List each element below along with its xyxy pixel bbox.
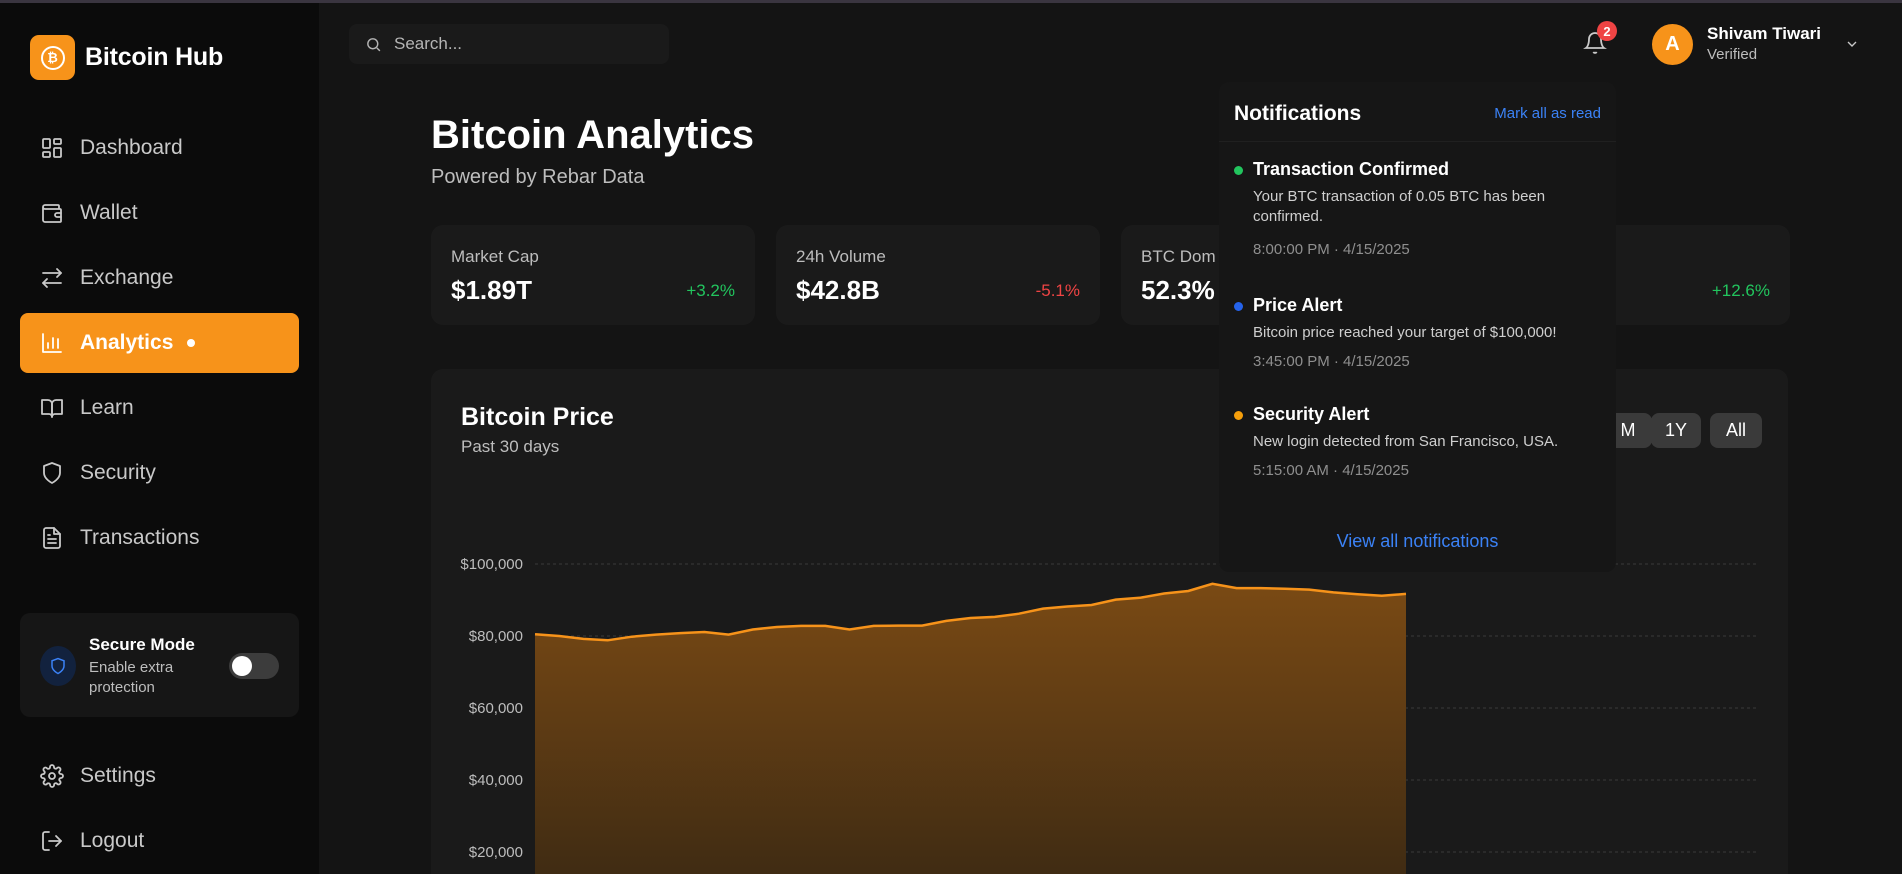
sidebar-item-learn[interactable]: Learn xyxy=(20,378,299,438)
sidebar-item-label: Wallet xyxy=(80,201,138,224)
y-tick-label: $20,000 xyxy=(469,844,523,861)
notification-title: Security Alert xyxy=(1253,404,1370,424)
sidebar: ₿ Bitcoin Hub Dashboard Wallet Exchange … xyxy=(0,3,319,874)
stat-value: 52.3% xyxy=(1141,275,1215,305)
status-dot xyxy=(1234,302,1243,311)
document-icon xyxy=(43,527,61,549)
sidebar-item-analytics[interactable]: Analytics xyxy=(20,313,299,373)
price-area xyxy=(535,583,1406,874)
avatar[interactable]: A xyxy=(1652,24,1693,65)
chevron-down-icon[interactable] xyxy=(1844,36,1860,52)
stat-value: $42.8B xyxy=(796,275,880,305)
page-subtitle: Powered by Rebar Data xyxy=(431,166,645,188)
notification-title: Transaction Confirmed xyxy=(1253,159,1450,179)
secure-mode-title: Secure Mode xyxy=(89,635,195,654)
notification-item[interactable]: Transaction Confirmed Your BTC transacti… xyxy=(1219,142,1616,277)
notification-time: 5:15:00 AM · 4/15/2025 xyxy=(1253,462,1409,479)
stat-change: -5.1% xyxy=(1035,281,1080,300)
toggle-knob xyxy=(232,656,252,676)
sidebar-item-settings[interactable]: Settings xyxy=(20,746,299,806)
bitcoin-glyph: ₿ xyxy=(40,45,65,70)
search-icon xyxy=(367,37,381,51)
sidebar-item-dashboard[interactable]: Dashboard xyxy=(20,118,299,178)
wallet-icon xyxy=(42,204,62,223)
stat-label: BTC Dom xyxy=(1141,247,1216,266)
brand-name: Bitcoin Hub xyxy=(85,43,224,71)
stat-value: $1.89T xyxy=(451,275,532,305)
mark-all-read-link[interactable]: Mark all as read xyxy=(1494,105,1601,122)
secure-mode-toggle[interactable] xyxy=(229,653,279,679)
secure-shield-icon xyxy=(40,646,76,686)
user-name[interactable]: Shivam Tiwari xyxy=(1707,24,1821,44)
stat-change: +3.2% xyxy=(686,281,735,300)
sidebar-item-label: Learn xyxy=(80,396,134,419)
y-axis-ticks: $100,000 $80,000 $60,000 $40,000 $20,000 xyxy=(460,556,523,861)
stat-change: +12.6% xyxy=(1711,281,1770,300)
sidebar-item-exchange[interactable]: Exchange xyxy=(20,248,299,308)
sidebar-nav: Dashboard Wallet Exchange Analytics Lear… xyxy=(20,118,299,573)
sidebar-item-label: Dashboard xyxy=(80,136,183,159)
page-title: Bitcoin Analytics xyxy=(431,113,755,157)
secure-mode-card: Secure Mode Enable extra protection xyxy=(20,613,299,717)
sidebar-item-label: Analytics xyxy=(80,331,174,354)
sidebar-item-label: Exchange xyxy=(80,266,174,289)
book-icon xyxy=(41,399,63,418)
notification-body: Bitcoin price reached your target of $10… xyxy=(1253,324,1557,341)
user-status: Verified xyxy=(1707,46,1758,63)
logout-icon xyxy=(42,831,62,851)
notification-item[interactable]: Security Alert New login detected from S… xyxy=(1219,395,1616,507)
notification-item[interactable]: Price Alert Bitcoin price reached your t… xyxy=(1219,278,1616,390)
sidebar-item-transactions[interactable]: Transactions xyxy=(20,508,299,568)
stat-card-24h-volume: 24h Volume $42.8B -5.1% xyxy=(776,225,1100,325)
y-tick-label: $60,000 xyxy=(469,700,523,717)
secure-mode-subtitle: Enable extra protection xyxy=(89,659,174,696)
sidebar-item-security[interactable]: Security xyxy=(20,443,299,503)
y-tick-label: $100,000 xyxy=(460,556,523,573)
notifications-title: Notifications xyxy=(1234,102,1362,125)
active-indicator-dot xyxy=(187,339,196,347)
sidebar-bottom-nav: Settings Logout xyxy=(20,746,299,874)
sidebar-item-label: Logout xyxy=(80,829,145,852)
sidebar-item-logout[interactable]: Logout xyxy=(20,811,299,871)
brand[interactable]: ₿ Bitcoin Hub xyxy=(30,35,223,80)
notifications-header: Notifications Mark all as read xyxy=(1219,82,1616,142)
sidebar-item-label: Security xyxy=(80,461,156,484)
bar-chart-icon xyxy=(42,333,62,353)
notification-body: New login detected from San Francisco, U… xyxy=(1253,433,1559,450)
sidebar-item-label: Settings xyxy=(80,764,156,787)
gear-icon xyxy=(40,764,64,788)
app-root: ₿ Bitcoin Hub Dashboard Wallet Exchange … xyxy=(0,0,1902,874)
y-tick-label: $40,000 xyxy=(469,772,523,789)
stat-label: 24h Volume xyxy=(796,247,886,266)
search-input[interactable] xyxy=(394,34,654,54)
sidebar-item-label: Transactions xyxy=(80,526,200,549)
notification-count-badge: 2 xyxy=(1597,21,1617,41)
stat-card-market-cap: Market Cap $1.89T +3.2% xyxy=(431,225,755,325)
bitcoin-logo-icon: ₿ xyxy=(30,35,75,80)
view-all-notifications-link[interactable]: View all notifications xyxy=(1219,531,1616,552)
notification-title: Price Alert xyxy=(1253,295,1343,315)
exchange-arrows-icon xyxy=(42,268,62,288)
notification-time: 8:00:00 PM · 4/15/2025 xyxy=(1253,241,1410,258)
notifications-dropdown: Notifications Mark all as read Transacti… xyxy=(1219,82,1616,572)
sidebar-item-wallet[interactable]: Wallet xyxy=(20,183,299,243)
status-dot xyxy=(1234,411,1243,420)
notification-time: 3:45:00 PM · 4/15/2025 xyxy=(1253,353,1410,370)
y-tick-label: $80,000 xyxy=(469,628,523,645)
status-dot xyxy=(1234,166,1243,175)
shield-icon xyxy=(43,462,61,484)
search-bar[interactable] xyxy=(349,24,669,64)
grid-icon xyxy=(42,138,62,158)
stat-label: Market Cap xyxy=(451,247,539,266)
notification-body: Your BTC transaction of 0.05 BTC has bee… xyxy=(1253,188,1546,225)
